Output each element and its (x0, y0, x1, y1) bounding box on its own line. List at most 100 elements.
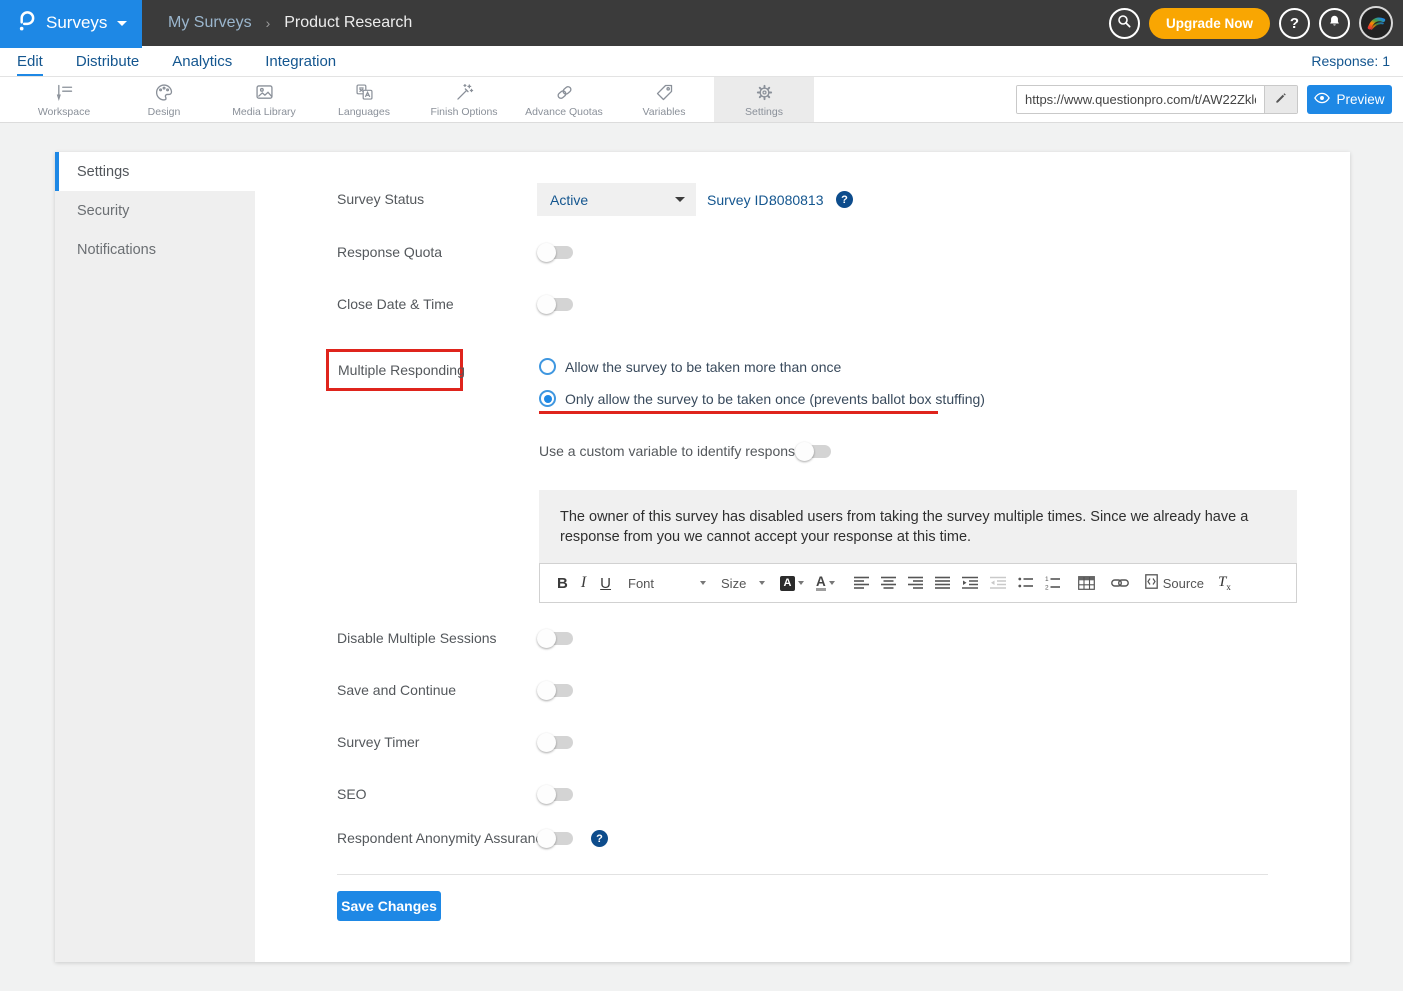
notifications-button[interactable] (1319, 8, 1350, 39)
toolbar-item-design[interactable]: Design (114, 77, 214, 122)
edit-url-button[interactable] (1264, 86, 1297, 113)
toolbar-item-media-library[interactable]: Media Library (214, 77, 314, 122)
toolbar-item-finish-options[interactable]: Finish Options (414, 77, 514, 122)
header-actions: Upgrade Now ? (1109, 0, 1393, 46)
breadcrumb-my-surveys[interactable]: My Surveys (168, 14, 252, 32)
svg-text:2: 2 (1045, 585, 1049, 591)
toolbar-items: Workspace Design Media L (14, 77, 814, 122)
align-center-button[interactable] (881, 576, 896, 590)
workspace-icon (54, 82, 75, 103)
sidebar-item-security[interactable]: Security (55, 191, 255, 230)
image-icon (254, 82, 275, 103)
align-right-button[interactable] (908, 576, 923, 590)
bold-button[interactable]: B (557, 575, 568, 592)
source-button[interactable]: Source (1145, 574, 1204, 592)
close-date-toggle[interactable] (537, 295, 574, 314)
survey-id-help-icon[interactable]: ? (836, 191, 853, 208)
radio-allow-multiple[interactable] (539, 358, 556, 375)
source-doc-icon (1145, 574, 1158, 592)
tab-integration[interactable]: Integration (265, 46, 336, 76)
tag-icon (654, 82, 675, 103)
avatar[interactable] (1359, 6, 1393, 40)
insert-link-button[interactable] (1111, 577, 1129, 589)
seo-toggle[interactable] (537, 785, 574, 804)
settings-sidebar: Settings Security Notifications (55, 152, 255, 962)
gear-icon (754, 82, 775, 103)
italic-button[interactable]: I (581, 574, 586, 592)
text-color-button[interactable]: A (816, 575, 835, 591)
rich-text-toolbar: B I U Font Size A A (539, 563, 1297, 603)
radio-only-once-label[interactable]: Only allow the survey to be taken once (… (565, 391, 985, 408)
pencil-icon (1274, 91, 1288, 108)
toolbar-item-workspace[interactable]: Workspace (14, 77, 114, 122)
chevron-down-icon (675, 197, 685, 202)
palette-icon (154, 82, 175, 103)
background-color-icon: A (780, 576, 795, 591)
underline-button[interactable]: U (600, 575, 611, 592)
chain-links-icon (554, 82, 575, 103)
module-nav: Edit Distribute Analytics Integration Re… (0, 46, 1403, 77)
chevron-down-icon (829, 581, 835, 585)
questionpro-logo-icon (15, 8, 36, 38)
toolbar-item-languages[interactable]: Languages (314, 77, 414, 122)
app-root: Surveys My Surveys › Product Research Up… (0, 0, 1403, 991)
survey-url-field (1016, 85, 1298, 114)
align-left-button[interactable] (854, 576, 869, 590)
edit-toolbar: Workspace Design Media L (0, 77, 1403, 123)
nav-tabs: Edit Distribute Analytics Integration (17, 46, 336, 76)
anonymity-help-icon[interactable]: ? (591, 830, 608, 847)
chevron-down-icon (798, 581, 804, 585)
svg-text:1: 1 (1045, 576, 1049, 583)
sidebar-item-notifications[interactable]: Notifications (55, 230, 255, 269)
response-quota-toggle[interactable] (537, 243, 574, 262)
tab-edit[interactable]: Edit (17, 46, 43, 76)
preview-button[interactable]: Preview (1307, 85, 1392, 114)
radio-only-once[interactable] (539, 390, 556, 407)
disable-sessions-label: Disable Multiple Sessions (337, 630, 497, 647)
toolbar-item-variables[interactable]: Variables (614, 77, 714, 122)
save-continue-toggle[interactable] (537, 681, 574, 700)
top-header: Surveys My Surveys › Product Research Up… (0, 0, 1403, 46)
search-button[interactable] (1109, 8, 1140, 39)
response-quota-label: Response Quota (337, 244, 442, 261)
sidebar-item-settings[interactable]: Settings (55, 152, 255, 191)
breadcrumb-current: Product Research (284, 14, 412, 32)
bell-icon (1327, 13, 1342, 33)
tab-distribute[interactable]: Distribute (76, 46, 139, 76)
disable-sessions-toggle[interactable] (537, 629, 574, 648)
save-continue-label: Save and Continue (337, 682, 456, 699)
outdent-button[interactable] (990, 576, 1006, 590)
close-date-label: Close Date & Time (337, 296, 454, 313)
background-color-button[interactable]: A (780, 576, 804, 591)
insert-table-button[interactable] (1078, 576, 1095, 590)
custom-variable-toggle[interactable] (795, 442, 832, 461)
chevron-down-icon (117, 21, 127, 26)
help-button[interactable]: ? (1279, 8, 1310, 39)
multiple-responding-highlight: Multiple Responding (326, 349, 463, 391)
indent-button[interactable] (962, 576, 978, 590)
save-changes-button[interactable]: Save Changes (337, 891, 441, 921)
toolbar-item-advance-quotas[interactable]: Advance Quotas (514, 77, 614, 122)
survey-url-input[interactable] (1017, 86, 1264, 113)
font-dropdown[interactable]: Font (628, 576, 706, 591)
upgrade-button[interactable]: Upgrade Now (1149, 8, 1270, 39)
toolbar-item-settings[interactable]: Settings (714, 77, 814, 122)
breadcrumb-separator-icon: › (266, 15, 271, 31)
align-justify-button[interactable] (935, 576, 950, 590)
brand-label: Surveys (46, 13, 107, 33)
bullet-list-button[interactable] (1018, 576, 1033, 590)
breadcrumb: My Surveys › Product Research (168, 0, 412, 46)
anonymity-toggle[interactable] (537, 829, 574, 848)
survey-id-label: Survey ID: (707, 192, 772, 209)
multiple-response-message[interactable]: The owner of this survey has disabled us… (539, 490, 1297, 563)
remove-format-button[interactable]: Tx (1218, 574, 1231, 592)
survey-timer-toggle[interactable] (537, 733, 574, 752)
radio-allow-multiple-label[interactable]: Allow the survey to be taken more than o… (565, 359, 841, 376)
brand-menu[interactable]: Surveys (0, 0, 142, 46)
chevron-down-icon (700, 581, 706, 585)
tab-analytics[interactable]: Analytics (172, 46, 232, 76)
only-once-red-underline (539, 411, 938, 414)
survey-status-select[interactable]: Active (537, 183, 696, 216)
size-dropdown[interactable]: Size (721, 576, 765, 591)
numbered-list-button[interactable]: 12 (1045, 576, 1060, 590)
